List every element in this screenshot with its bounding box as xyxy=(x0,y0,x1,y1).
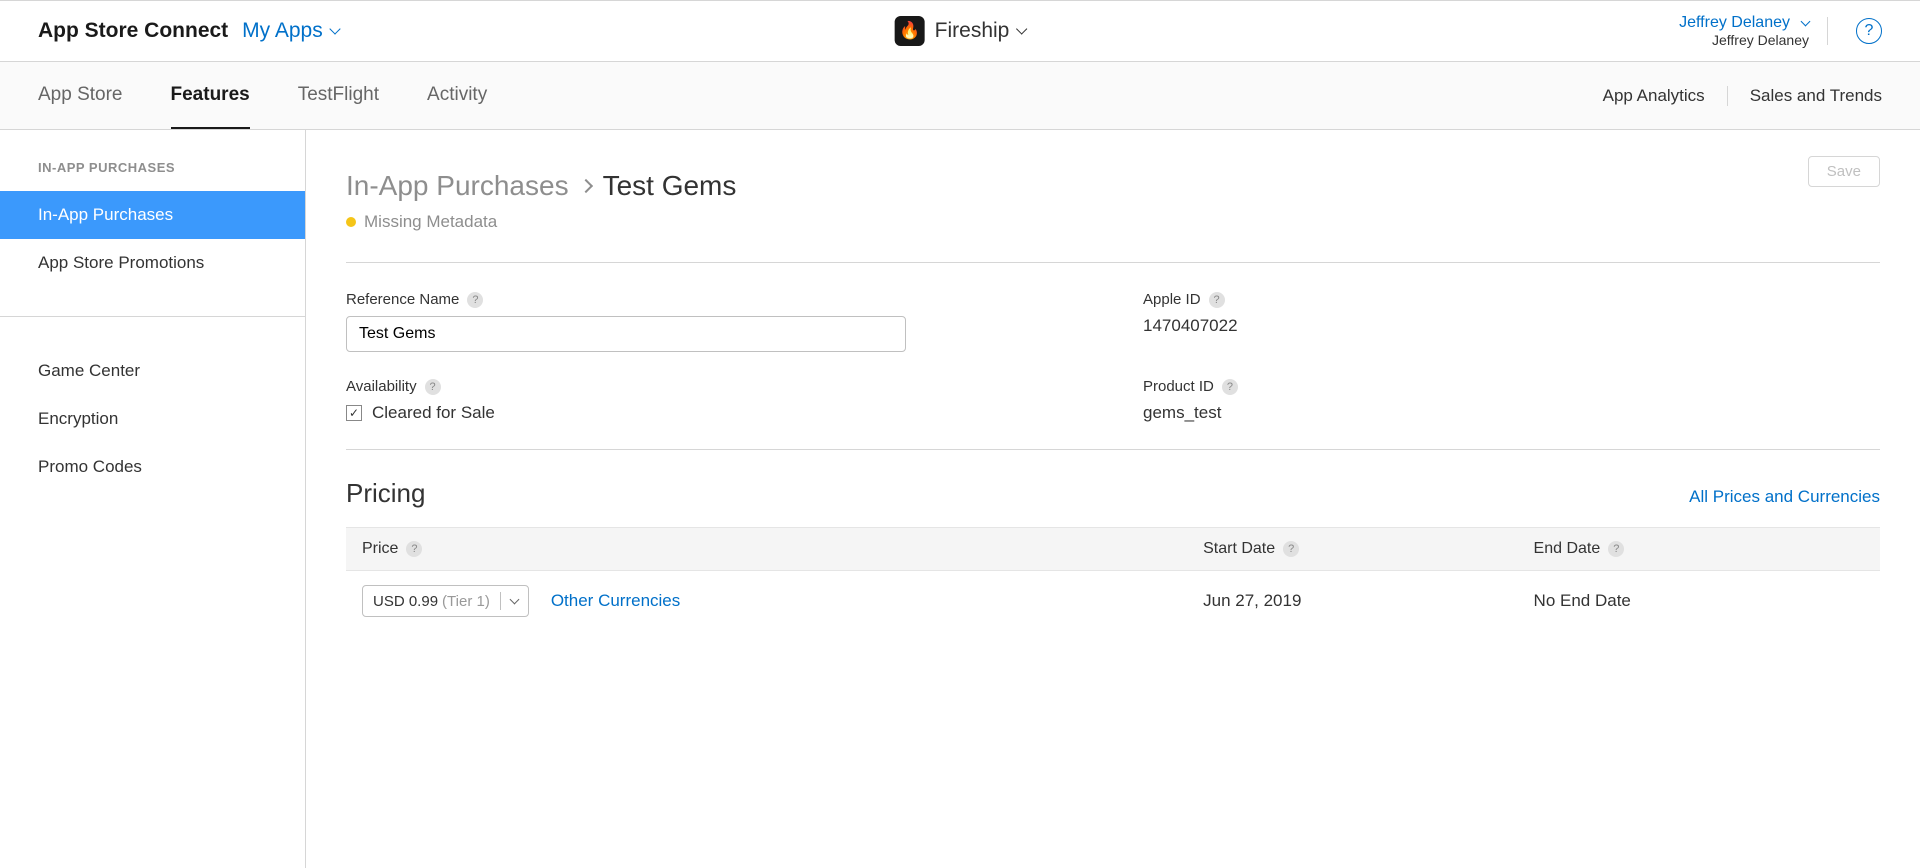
status-dot-icon xyxy=(346,217,356,227)
sidebar-separator xyxy=(0,287,305,317)
user-block: Jeffrey Delaney Jeffrey Delaney xyxy=(1679,13,1809,49)
tab-right-links: App Analytics Sales and Trends xyxy=(1603,62,1882,129)
chevron-down-icon xyxy=(509,595,519,605)
pricing-table: Price ? Start Date ? End Date ? USD 0.99… xyxy=(346,527,1880,631)
my-apps-label: My Apps xyxy=(242,19,323,43)
price-cell: USD 0.99 (Tier 1) Other Currencies xyxy=(362,585,1203,617)
cleared-for-sale-label: Cleared for Sale xyxy=(372,403,495,423)
availability-block: Availability ? ✓ Cleared for Sale xyxy=(346,378,1083,423)
end-date-cell: No End Date xyxy=(1534,591,1864,611)
top-right: Jeffrey Delaney Jeffrey Delaney ? xyxy=(1679,13,1882,49)
cleared-for-sale-checkbox[interactable]: ✓ xyxy=(346,405,362,421)
availability-label: Availability ? xyxy=(346,378,1083,395)
info-icon[interactable]: ? xyxy=(467,292,483,308)
app-name-dropdown: Fireship xyxy=(935,19,1026,43)
chevron-down-icon xyxy=(329,23,340,34)
link-app-analytics[interactable]: App Analytics xyxy=(1603,86,1705,106)
price-tier-select[interactable]: USD 0.99 (Tier 1) xyxy=(362,585,529,617)
status-text: Missing Metadata xyxy=(364,212,497,232)
product-id-label: Product ID ? xyxy=(1143,378,1880,395)
sidebar-item-game-center[interactable]: Game Center xyxy=(0,347,305,395)
apple-id-block: Apple ID ? 1470407022 xyxy=(1143,291,1880,352)
info-icon[interactable]: ? xyxy=(1209,292,1225,308)
save-button[interactable]: Save xyxy=(1808,156,1880,187)
my-apps-dropdown[interactable]: My Apps xyxy=(242,19,339,43)
pricing-title: Pricing xyxy=(346,478,425,509)
pricing-header: Pricing All Prices and Currencies xyxy=(346,478,1880,509)
tab-features[interactable]: Features xyxy=(171,62,250,129)
cleared-for-sale-row: ✓ Cleared for Sale xyxy=(346,403,1083,423)
apple-id-value: 1470407022 xyxy=(1143,316,1880,336)
breadcrumb-parent[interactable]: In-App Purchases xyxy=(346,170,569,202)
status-row: Missing Metadata xyxy=(346,212,1880,232)
pricing-table-row: USD 0.99 (Tier 1) Other Currencies Jun 2… xyxy=(346,571,1880,631)
sidebar-group-header: IN-APP PURCHASES xyxy=(0,160,305,191)
sidebar-item-promo-codes[interactable]: Promo Codes xyxy=(0,443,305,491)
main: IN-APP PURCHASES In-App Purchases App St… xyxy=(0,130,1920,868)
info-icon[interactable]: ? xyxy=(1608,541,1624,557)
link-sales-trends[interactable]: Sales and Trends xyxy=(1750,86,1882,106)
price-tier: (Tier 1) xyxy=(442,593,490,610)
reference-name-input[interactable] xyxy=(346,316,906,352)
app-icon: 🔥 xyxy=(895,16,925,46)
top-left: App Store Connect My Apps xyxy=(38,19,339,43)
chevron-right-icon xyxy=(579,179,593,193)
price-value: USD 0.99 xyxy=(373,593,438,610)
info-icon[interactable]: ? xyxy=(406,541,422,557)
chevron-down-icon xyxy=(1801,16,1811,26)
tab-app-store[interactable]: App Store xyxy=(38,62,123,129)
tab-bar: App Store Features TestFlight Activity A… xyxy=(0,62,1920,130)
user-org: Jeffrey Delaney xyxy=(1679,32,1809,49)
content: In-App Purchases Test Gems Save Missing … xyxy=(306,130,1920,868)
sidebar-item-encryption[interactable]: Encryption xyxy=(0,395,305,443)
form-row-2: Availability ? ✓ Cleared for Sale Produc… xyxy=(346,378,1880,423)
info-icon[interactable]: ? xyxy=(425,379,441,395)
sidebar-item-iap[interactable]: In-App Purchases xyxy=(0,191,305,239)
user-dropdown[interactable]: Jeffrey Delaney xyxy=(1679,13,1809,32)
col-end: End Date ? xyxy=(1534,540,1864,558)
form-row-1: Reference Name ? Apple ID ? 1470407022 xyxy=(346,291,1880,352)
sidebar: IN-APP PURCHASES In-App Purchases App St… xyxy=(0,130,306,868)
user-name: Jeffrey Delaney xyxy=(1679,13,1790,32)
tab-testflight[interactable]: TestFlight xyxy=(298,62,379,129)
brand-title: App Store Connect xyxy=(38,19,228,43)
app-selector[interactable]: 🔥 Fireship xyxy=(895,16,1026,46)
divider xyxy=(1727,86,1728,106)
pricing-table-header: Price ? Start Date ? End Date ? xyxy=(346,527,1880,571)
product-id-block: Product ID ? gems_test xyxy=(1143,378,1880,423)
divider xyxy=(346,449,1880,450)
col-price: Price ? xyxy=(362,540,1203,558)
breadcrumb: In-App Purchases Test Gems xyxy=(346,170,1880,202)
divider xyxy=(346,262,1880,263)
breadcrumb-current: Test Gems xyxy=(603,170,737,202)
reference-name-label: Reference Name ? xyxy=(346,291,1083,308)
all-prices-link[interactable]: All Prices and Currencies xyxy=(1689,487,1880,507)
top-bar: App Store Connect My Apps 🔥 Fireship Jef… xyxy=(0,0,1920,62)
col-start: Start Date ? xyxy=(1203,540,1533,558)
sidebar-item-promotions[interactable]: App Store Promotions xyxy=(0,239,305,287)
apple-id-label: Apple ID ? xyxy=(1143,291,1880,308)
reference-name-block: Reference Name ? xyxy=(346,291,1083,352)
info-icon[interactable]: ? xyxy=(1283,541,1299,557)
divider xyxy=(1827,17,1828,45)
start-date-cell: Jun 27, 2019 xyxy=(1203,591,1533,611)
chevron-down-icon xyxy=(1016,23,1027,34)
help-icon[interactable]: ? xyxy=(1856,18,1882,44)
divider xyxy=(500,592,501,610)
tab-activity[interactable]: Activity xyxy=(427,62,487,129)
app-name-label: Fireship xyxy=(935,19,1010,43)
info-icon[interactable]: ? xyxy=(1222,379,1238,395)
fire-icon: 🔥 xyxy=(899,21,920,41)
product-id-value: gems_test xyxy=(1143,403,1880,423)
other-currencies-link[interactable]: Other Currencies xyxy=(551,591,680,611)
